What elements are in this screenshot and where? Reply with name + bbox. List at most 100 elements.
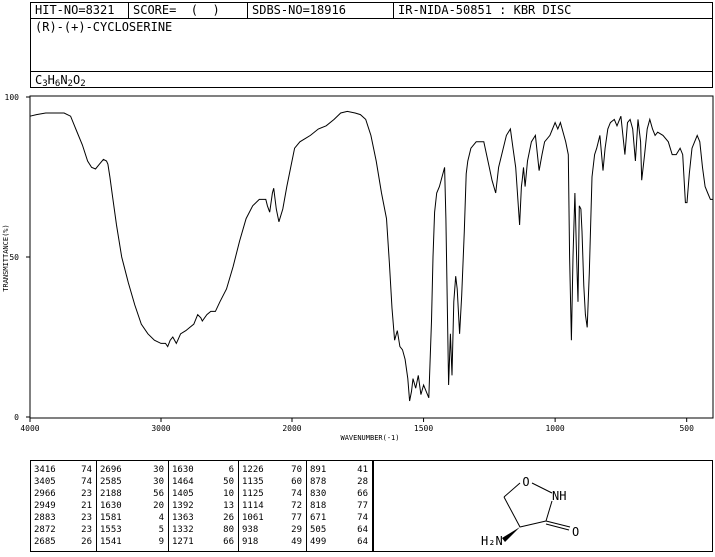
peak-transmittance: 41 xyxy=(357,465,368,475)
peak-transmittance: 6 xyxy=(228,465,234,475)
peak-transmittance: 66 xyxy=(357,489,368,499)
peak-row: 505 64 xyxy=(307,524,372,536)
x-tick-label-1500: 1500 xyxy=(414,424,433,433)
spectrum-line xyxy=(29,110,713,402)
peak-row: 1630 20 xyxy=(97,500,168,512)
peak-row: 1125 74 xyxy=(239,488,306,500)
peak-wavenumber: 499 xyxy=(310,537,327,547)
peak-row: 938 29 xyxy=(239,524,306,536)
peak-row: 891 41 xyxy=(307,464,372,476)
peak-transmittance: 66 xyxy=(223,537,234,547)
peak-wavenumber: 3416 xyxy=(34,465,56,475)
carbonyl-oxygen-label: O xyxy=(572,525,579,539)
peak-row: 1226 70 xyxy=(239,464,306,476)
peak-transmittance: 77 xyxy=(291,513,302,523)
peak-transmittance: 29 xyxy=(291,525,302,535)
bond-ch-ch2 xyxy=(503,496,521,528)
peak-transmittance: 9 xyxy=(158,537,164,547)
peak-row: 1271 66 xyxy=(169,536,238,548)
peak-row: 1630 6 xyxy=(169,464,238,476)
peak-wavenumber: 818 xyxy=(310,501,327,511)
structure-panel: O NH H₂N O xyxy=(373,460,713,552)
peak-transmittance: 30 xyxy=(153,465,164,475)
peak-row: 671 74 xyxy=(307,512,372,524)
peak-transmittance: 74 xyxy=(81,477,92,487)
peak-transmittance: 23 xyxy=(81,513,92,523)
peak-row: 1553 5 xyxy=(97,524,168,536)
peak-column-4: 891 41 878 28 830 66 818 77 671 74 505 64 499 64 xyxy=(307,461,372,551)
peak-row: 918 49 xyxy=(239,536,306,548)
peak-wavenumber: 1271 xyxy=(172,537,194,547)
x-tick-label-3000: 3000 xyxy=(151,424,170,433)
peak-row: 1332 80 xyxy=(169,524,238,536)
peak-transmittance: 4 xyxy=(158,513,164,523)
peak-transmittance: 28 xyxy=(357,477,368,487)
y-tick-label-0: 0 xyxy=(14,413,19,422)
peak-column-2: 1630 6 1464 50 1405 10 1392 13 1363 26 1332 80 1271 6… xyxy=(169,461,239,551)
peak-wavenumber: 2585 xyxy=(100,477,122,487)
peak-transmittance: 74 xyxy=(291,489,302,499)
x-tick-label-500: 500 xyxy=(679,424,694,433)
peak-transmittance: 21 xyxy=(81,501,92,511)
peak-wavenumber: 2872 xyxy=(34,525,56,535)
peak-transmittance: 13 xyxy=(223,501,234,511)
peak-wavenumber: 3405 xyxy=(34,477,56,487)
y-tick-label-50: 50 xyxy=(9,253,19,262)
y-tick-label-100: 100 xyxy=(5,93,20,102)
peak-transmittance: 49 xyxy=(291,537,302,547)
peak-column-1: 2696 30 2585 30 2188 56 1630 20 1581 4 1553 5 1541 9 xyxy=(97,461,169,551)
peak-transmittance: 72 xyxy=(291,501,302,511)
nh-label: NH xyxy=(552,489,566,503)
peak-wavenumber: 1125 xyxy=(242,489,264,499)
peak-row: 1061 77 xyxy=(239,512,306,524)
peak-row: 1392 13 xyxy=(169,500,238,512)
bond-n-co xyxy=(545,500,553,522)
peak-transmittance: 26 xyxy=(223,513,234,523)
peak-transmittance: 77 xyxy=(357,501,368,511)
peak-wavenumber: 1226 xyxy=(242,465,264,475)
peak-wavenumber: 1114 xyxy=(242,501,264,511)
peak-wavenumber: 2883 xyxy=(34,513,56,523)
peak-transmittance: 23 xyxy=(81,525,92,535)
x-axis-label: WAVENUMBER(-1) xyxy=(340,434,399,442)
peak-wavenumber: 1061 xyxy=(242,513,264,523)
peak-row: 3416 74 xyxy=(31,464,96,476)
bond-o-n xyxy=(531,482,553,494)
peak-transmittance: 30 xyxy=(153,477,164,487)
wedge-bond xyxy=(502,527,520,542)
peak-column-0: 3416 74 3405 74 2966 23 2949 21 2883 23 2872 23 2685… xyxy=(31,461,97,551)
carbonyl-bond-a xyxy=(545,520,571,528)
peak-wavenumber: 1541 xyxy=(100,537,122,547)
peak-row: 2966 23 xyxy=(31,488,96,500)
peak-wavenumber: 1405 xyxy=(172,489,194,499)
cycloserine-structure: O NH H₂N O xyxy=(481,475,579,548)
peak-wavenumber: 830 xyxy=(310,489,327,499)
peak-wavenumber: 2685 xyxy=(34,537,56,547)
peak-wavenumber: 938 xyxy=(242,525,259,535)
amine-label: H₂N xyxy=(481,534,503,548)
peak-transmittance: 70 xyxy=(291,465,302,475)
peak-row: 2188 56 xyxy=(97,488,168,500)
peak-row: 878 28 xyxy=(307,476,372,488)
peak-transmittance: 50 xyxy=(223,477,234,487)
plot-frame xyxy=(29,95,714,419)
peak-wavenumber: 1464 xyxy=(172,477,194,487)
peak-row: 2949 21 xyxy=(31,500,96,512)
peak-row: 1541 9 xyxy=(97,536,168,548)
peak-row: 2872 23 xyxy=(31,524,96,536)
peak-transmittance: 80 xyxy=(223,525,234,535)
peak-row: 818 77 xyxy=(307,500,372,512)
peak-wavenumber: 505 xyxy=(310,525,327,535)
peak-wavenumber: 1553 xyxy=(100,525,122,535)
peak-transmittance: 60 xyxy=(291,477,302,487)
peak-transmittance: 20 xyxy=(153,501,164,511)
peak-row: 2585 30 xyxy=(97,476,168,488)
peak-row: 830 66 xyxy=(307,488,372,500)
carbonyl-bond-b xyxy=(545,523,570,531)
peak-wavenumber: 671 xyxy=(310,513,327,523)
bond-co-ch xyxy=(519,520,547,528)
bond-ch2-o xyxy=(503,482,521,498)
peak-transmittance: 5 xyxy=(158,525,164,535)
peak-transmittance: 56 xyxy=(153,489,164,499)
y-axis-label: TRANSMITTANCE(%) xyxy=(2,224,10,291)
